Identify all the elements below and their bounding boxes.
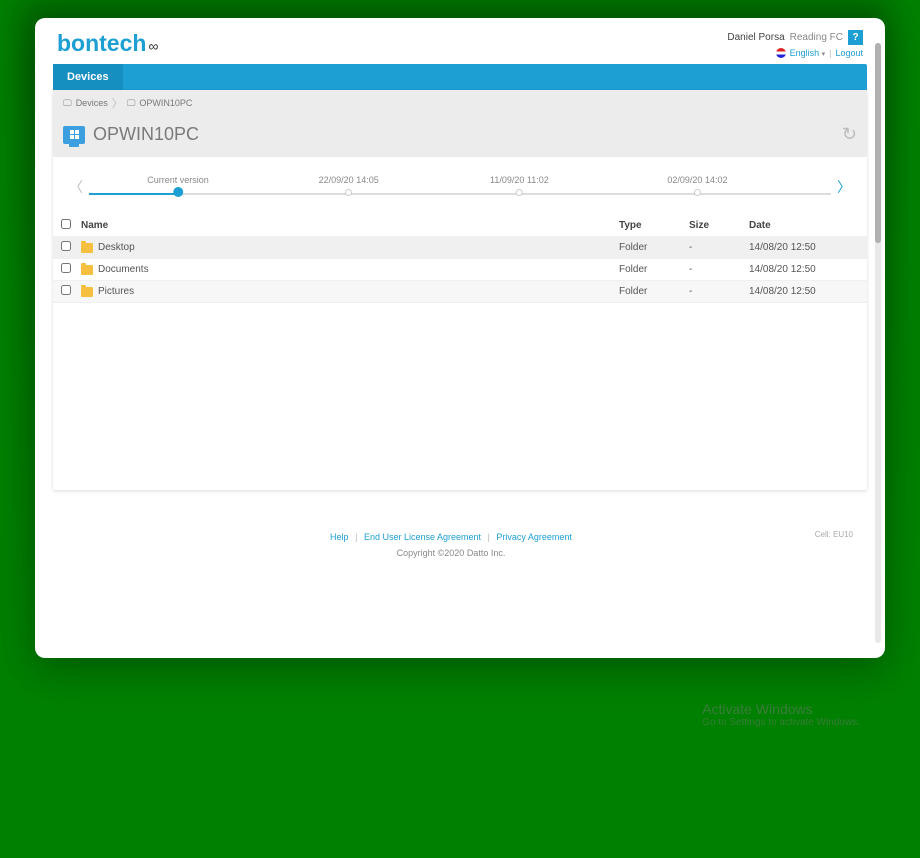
footer-help[interactable]: Help bbox=[330, 532, 349, 542]
refresh-icon[interactable]: ↻ bbox=[842, 124, 857, 145]
logo-text: bontech bbox=[57, 30, 146, 57]
select-all-checkbox[interactable] bbox=[61, 219, 71, 229]
footer-privacy[interactable]: Privacy Agreement bbox=[496, 532, 572, 542]
chevron-right-icon: 〉 bbox=[112, 95, 123, 111]
file-size: - bbox=[689, 242, 749, 253]
file-date: 14/08/20 12:50 bbox=[749, 242, 859, 253]
row-checkbox[interactable] bbox=[61, 241, 71, 251]
footer: Help | End User License Agreement | Priv… bbox=[35, 532, 867, 558]
windows-icon bbox=[70, 130, 79, 139]
footer-copyright: Copyright ©2020 Datto Inc. bbox=[35, 548, 867, 558]
team-name: Reading FC bbox=[790, 32, 843, 43]
file-name: Desktop bbox=[98, 242, 135, 253]
timeline-dot[interactable] bbox=[516, 189, 523, 196]
folder-icon bbox=[81, 287, 93, 297]
col-type[interactable]: Type bbox=[619, 220, 689, 231]
user-name: Daniel Porsa bbox=[727, 32, 784, 43]
timeline-label: 22/09/20 14:05 bbox=[319, 175, 379, 185]
file-type: Folder bbox=[619, 242, 689, 253]
tab-label: Devices bbox=[67, 71, 109, 83]
row-checkbox[interactable] bbox=[61, 263, 71, 273]
tab-devices[interactable]: Devices bbox=[53, 64, 123, 90]
watermark-title: Activate Windows bbox=[702, 701, 860, 717]
col-name[interactable]: Name bbox=[81, 220, 619, 231]
language-dropdown[interactable]: English ▾ bbox=[790, 48, 826, 58]
breadcrumb: 🖵 Devices 〉 🖵 OPWIN10PC bbox=[53, 90, 867, 116]
logo-icon: ∞ bbox=[148, 38, 158, 54]
file-name: Documents bbox=[98, 264, 149, 275]
header-right: Daniel Porsa Reading FC ? English ▾ | Lo… bbox=[727, 30, 863, 58]
timeline-label: 02/09/20 14:02 bbox=[667, 175, 727, 185]
separator: | bbox=[829, 48, 831, 58]
device-icon: 🖵 bbox=[127, 98, 136, 109]
timeline-label: Current version bbox=[147, 175, 209, 185]
col-date[interactable]: Date bbox=[749, 220, 859, 231]
watermark-subtitle: Go to Settings to activate Windows. bbox=[702, 717, 860, 728]
timeline-dot[interactable] bbox=[173, 187, 183, 197]
device-title: OPWIN10PC bbox=[93, 124, 199, 145]
activate-windows-watermark: Activate Windows Go to Settings to activ… bbox=[702, 701, 860, 728]
folder-icon bbox=[81, 265, 93, 275]
timeline-dot[interactable] bbox=[345, 189, 352, 196]
file-table: Name Type Size Date DesktopFolder-14/08/… bbox=[53, 215, 867, 303]
main-panel: 🖵 Devices 〉 🖵 OPWIN10PC OPWIN10PC ↻ 〈 bbox=[53, 90, 867, 490]
footer-eula[interactable]: End User License Agreement bbox=[364, 532, 481, 542]
table-row[interactable]: Desktop Folder-14/08/20 12:50 bbox=[53, 237, 867, 259]
monitor-icon bbox=[63, 126, 85, 144]
breadcrumb-root[interactable]: Devices bbox=[76, 98, 108, 108]
folder-icon bbox=[81, 243, 93, 253]
logout-link[interactable]: Logout bbox=[835, 48, 863, 58]
device-icon: 🖵 bbox=[63, 98, 72, 109]
row-checkbox[interactable] bbox=[61, 285, 71, 295]
breadcrumb-current[interactable]: OPWIN10PC bbox=[139, 98, 192, 108]
table-header: Name Type Size Date bbox=[53, 215, 867, 237]
file-type: Folder bbox=[619, 286, 689, 297]
app-window: bontech ∞ Daniel Porsa Reading FC ? Engl… bbox=[35, 18, 885, 658]
timeline-point[interactable]: 22/09/20 14:05 bbox=[319, 175, 379, 196]
footer-cell: Cell: EU10 bbox=[815, 530, 853, 539]
file-size: - bbox=[689, 264, 749, 275]
flag-icon bbox=[776, 48, 786, 58]
file-type: Folder bbox=[619, 264, 689, 275]
file-size: - bbox=[689, 286, 749, 297]
file-name: Pictures bbox=[98, 286, 134, 297]
timeline-prev[interactable]: 〈 bbox=[63, 177, 89, 197]
timeline-point[interactable]: Current version bbox=[147, 175, 209, 197]
col-size[interactable]: Size bbox=[689, 220, 749, 231]
table-row[interactable]: Pictures Folder-14/08/20 12:50 bbox=[53, 281, 867, 303]
timeline-point[interactable]: 02/09/20 14:02 bbox=[667, 175, 727, 196]
header: bontech ∞ Daniel Porsa Reading FC ? Engl… bbox=[53, 18, 867, 64]
logo[interactable]: bontech ∞ bbox=[57, 30, 158, 57]
timeline-point[interactable]: 11/09/20 11:02 bbox=[490, 175, 549, 196]
nav-tabs: Devices bbox=[53, 64, 867, 90]
timeline-track[interactable]: Current version 22/09/20 14:05 11/09/20 11… bbox=[89, 175, 831, 199]
timeline-dot[interactable] bbox=[694, 189, 701, 196]
help-button[interactable]: ? bbox=[848, 30, 863, 45]
device-title-bar: OPWIN10PC ↻ bbox=[53, 116, 867, 157]
table-row[interactable]: Documents Folder-14/08/20 12:50 bbox=[53, 259, 867, 281]
file-date: 14/08/20 12:50 bbox=[749, 264, 859, 275]
version-timeline: 〈 Current version 22/09/20 14:05 11/09/20 … bbox=[53, 157, 867, 215]
chevron-down-icon: ▾ bbox=[822, 51, 826, 58]
timeline-next[interactable]: 〉 bbox=[831, 177, 857, 197]
timeline-label: 11/09/20 11:02 bbox=[490, 175, 549, 185]
file-date: 14/08/20 12:50 bbox=[749, 286, 859, 297]
